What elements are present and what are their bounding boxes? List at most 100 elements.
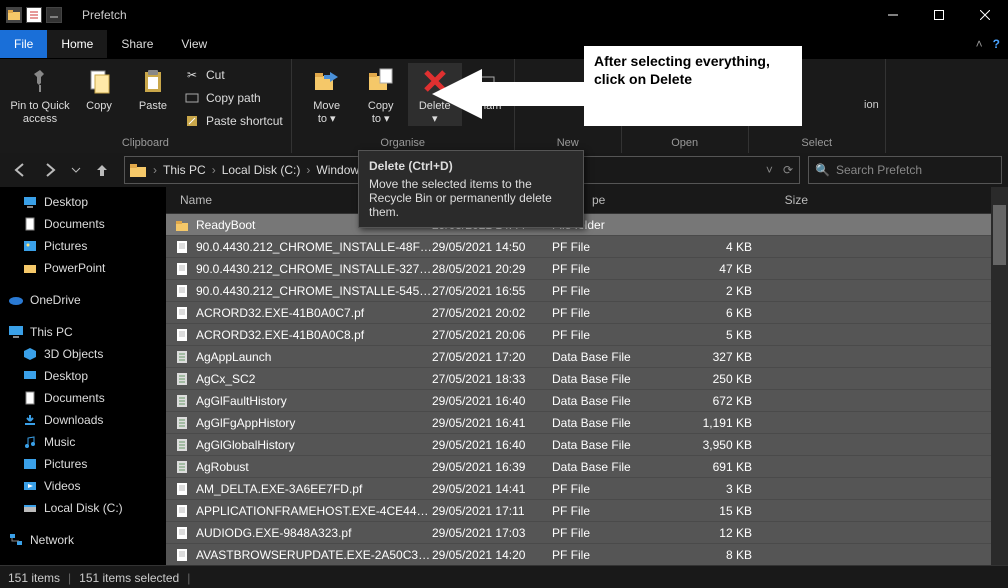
cut-button[interactable]: ✂Cut	[184, 65, 283, 85]
status-items: 151 items	[8, 571, 60, 585]
refresh-icon[interactable]: ⟳	[781, 163, 795, 177]
share-tab[interactable]: Share	[107, 30, 167, 58]
sidebar-documents2[interactable]: Documents	[0, 387, 166, 409]
videos-icon	[22, 478, 38, 494]
file-list[interactable]: ReadyBoot29/05/2021 14:44File folder90.0…	[166, 214, 991, 565]
pin-quick-access-button[interactable]: Pin to Quick access	[8, 63, 72, 126]
table-row[interactable]: AgGlGlobalHistory29/05/2021 16:40Data Ba…	[166, 434, 991, 456]
paste-shortcut-button[interactable]: Paste shortcut	[184, 111, 283, 131]
row-date: 29/05/2021 14:41	[432, 482, 552, 496]
help-icon[interactable]: ?	[993, 37, 1000, 51]
scissors-icon: ✂	[184, 67, 200, 83]
scroll-thumb[interactable]	[993, 205, 1006, 265]
pictures-icon	[22, 238, 38, 254]
crumb-thispc[interactable]: This PC	[159, 163, 210, 177]
col-type[interactable]: pe	[584, 193, 720, 207]
row-date: 29/05/2021 16:40	[432, 394, 552, 408]
row-type: Data Base File	[552, 460, 672, 474]
table-row[interactable]: AVASTBROWSERUPDATE.EXE-2A50C3CE.pf29/05/…	[166, 544, 991, 565]
search-input[interactable]: 🔍 Search Prefetch	[808, 156, 1002, 184]
ribbon-collapse-icon[interactable]: ˄	[976, 37, 983, 51]
breadcrumb-dropdown-icon[interactable]: ˅	[764, 163, 775, 177]
row-name: AUDIODG.EXE-9848A323.pf	[196, 526, 432, 540]
view-tab[interactable]: View	[167, 30, 221, 58]
sidebar-documents[interactable]: Documents	[0, 213, 166, 235]
sidebar-music[interactable]: Music	[0, 431, 166, 453]
minimize-button[interactable]	[870, 0, 916, 30]
table-row[interactable]: APPLICATIONFRAMEHOST.EXE-4CE44C8...29/05…	[166, 500, 991, 522]
document-icon	[22, 216, 38, 232]
recent-dropdown[interactable]	[66, 156, 86, 184]
row-size: 8 KB	[672, 548, 752, 562]
tooltip-title: Delete (Ctrl+D)	[369, 159, 573, 173]
home-tab[interactable]: Home	[47, 30, 107, 58]
download-icon	[22, 412, 38, 428]
copy-button[interactable]: Copy	[72, 63, 126, 113]
copy-path-button[interactable]: Copy path	[184, 88, 283, 108]
sidebar-onedrive[interactable]: OneDrive	[0, 289, 166, 311]
table-row[interactable]: AgGlFgAppHistory29/05/2021 16:41Data Bas…	[166, 412, 991, 434]
table-row[interactable]: 90.0.4430.212_CHROME_INSTALLE-545E0...27…	[166, 280, 991, 302]
table-row[interactable]: AgAppLaunch27/05/2021 17:20Data Base Fil…	[166, 346, 991, 368]
file-icon	[174, 393, 190, 409]
row-date: 29/05/2021 14:50	[432, 240, 552, 254]
table-row[interactable]: ACRORD32.EXE-41B0A0C7.pf27/05/2021 20:02…	[166, 302, 991, 324]
paste-icon	[137, 65, 169, 97]
sidebar-pictures2[interactable]: Pictures	[0, 453, 166, 475]
file-icon	[174, 525, 190, 541]
new-group-label: New	[523, 137, 613, 151]
disk-icon	[22, 500, 38, 516]
file-tab[interactable]: File	[0, 30, 47, 58]
crumb-disk[interactable]: Local Disk (C:)	[218, 163, 305, 177]
sidebar-videos[interactable]: Videos	[0, 475, 166, 497]
move-to-button[interactable]: Move to ▾	[300, 63, 354, 126]
table-row[interactable]: 90.0.4430.212_CHROME_INSTALLE-327AF...28…	[166, 258, 991, 280]
col-size[interactable]: Size	[720, 193, 816, 207]
row-date: 29/05/2021 17:03	[432, 526, 552, 540]
table-row[interactable]: AgRobust29/05/2021 16:39Data Base File69…	[166, 456, 991, 478]
objects3d-icon	[22, 346, 38, 362]
table-row[interactable]: ACRORD32.EXE-41B0A0C8.pf27/05/2021 20:06…	[166, 324, 991, 346]
table-row[interactable]: AgCx_SC227/05/2021 18:33Data Base File25…	[166, 368, 991, 390]
row-type: PF File	[552, 504, 672, 518]
callout: After selecting everything, click on Del…	[432, 46, 802, 132]
row-name: AgAppLaunch	[196, 350, 432, 364]
sidebar-powerpoint[interactable]: PowerPoint	[0, 257, 166, 279]
row-date: 27/05/2021 20:02	[432, 306, 552, 320]
sidebar-thispc[interactable]: This PC	[0, 321, 166, 343]
sidebar-downloads[interactable]: Downloads	[0, 409, 166, 431]
sidebar-network[interactable]: Network	[0, 529, 166, 551]
qat-overflow-icon[interactable]	[46, 7, 62, 23]
shortcut-icon	[184, 113, 200, 129]
scrollbar[interactable]	[991, 187, 1008, 565]
forward-button[interactable]	[36, 156, 64, 184]
row-name: AgGlGlobalHistory	[196, 438, 432, 452]
row-size: 4 KB	[672, 240, 752, 254]
callout-text: After selecting everything, click on Del…	[584, 46, 802, 126]
checklist-icon	[26, 7, 42, 23]
row-type: PF File	[552, 306, 672, 320]
copy-to-button[interactable]: Copy to ▾	[354, 63, 408, 126]
table-row[interactable]: AUDIODG.EXE-9848A323.pf29/05/2021 17:03P…	[166, 522, 991, 544]
paste-button[interactable]: Paste	[126, 63, 180, 113]
close-button[interactable]	[962, 0, 1008, 30]
thispc-icon	[8, 324, 24, 340]
folder-icon	[174, 217, 190, 233]
table-row[interactable]: 90.0.4430.212_CHROME_INSTALLE-48F38..29/…	[166, 236, 991, 258]
row-size: 672 KB	[672, 394, 752, 408]
maximize-button[interactable]	[916, 0, 962, 30]
file-icon	[174, 459, 190, 475]
sidebar-desktop[interactable]: Desktop	[0, 191, 166, 213]
table-row[interactable]: AgGlFaultHistory29/05/2021 16:40Data Bas…	[166, 390, 991, 412]
sidebar-desktop2[interactable]: Desktop	[0, 365, 166, 387]
sidebar-localdisk[interactable]: Local Disk (C:)	[0, 497, 166, 519]
up-button[interactable]	[88, 156, 116, 184]
table-row[interactable]: AM_DELTA.EXE-3A6EE7FD.pf29/05/2021 14:41…	[166, 478, 991, 500]
back-button[interactable]	[6, 156, 34, 184]
desktop-icon	[22, 368, 38, 384]
sidebar-pictures[interactable]: Pictures	[0, 235, 166, 257]
row-size: 691 KB	[672, 460, 752, 474]
sidebar-3dobjects[interactable]: 3D Objects	[0, 343, 166, 365]
row-date: 29/05/2021 14:20	[432, 548, 552, 562]
row-type: Data Base File	[552, 394, 672, 408]
